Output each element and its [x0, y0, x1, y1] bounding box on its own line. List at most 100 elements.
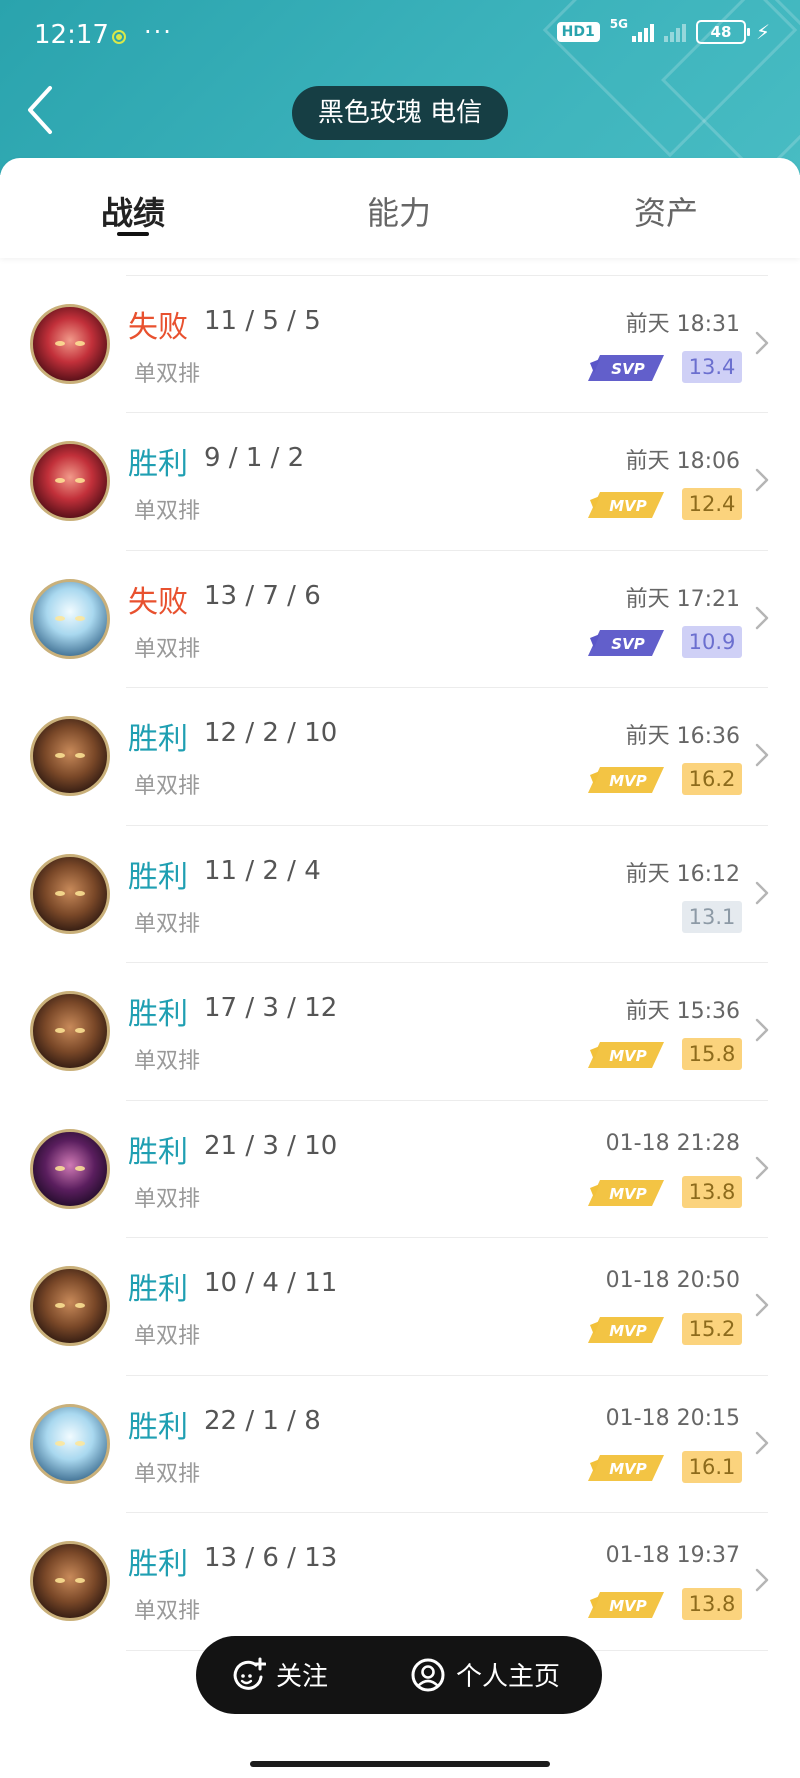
- status-icons: HD1 5G 48 ⚡: [556, 17, 770, 44]
- match-score: 15.8: [682, 1038, 742, 1070]
- badge-label: MVP: [609, 1322, 647, 1340]
- match-result: 胜利: [128, 997, 188, 1032]
- badge-label: MVP: [609, 772, 647, 790]
- chevron-right-icon: [755, 743, 769, 767]
- match-time: 前天 15:36: [625, 999, 740, 1024]
- badge-label: MVP: [609, 497, 647, 515]
- champion-avatar: [30, 853, 110, 934]
- match-time: 01-18 20:50: [605, 1268, 740, 1293]
- match-mode: 单双排: [134, 361, 201, 387]
- mvp-badge-icon: MVP: [588, 1592, 664, 1618]
- champion-avatar: [30, 303, 110, 384]
- chevron-left-icon: [28, 86, 52, 134]
- mvp-badge-icon: MVP: [588, 1042, 664, 1068]
- chevron-right-icon: [755, 1156, 769, 1179]
- champion-avatar: [30, 1266, 110, 1346]
- match-kda: 17 / 3 / 12: [204, 993, 338, 1023]
- match-kda: 11 / 2 / 4: [204, 855, 321, 886]
- tab-bar: 战绩 能力 资产: [0, 158, 800, 258]
- chevron-right-icon: [755, 468, 769, 492]
- profile-label: 个人主页: [456, 1662, 561, 1692]
- match-time: 前天 17:21: [625, 586, 740, 612]
- champion-avatar: [30, 441, 110, 521]
- mvp-badge-icon: MVP: [588, 767, 664, 793]
- battery-icon: 48: [695, 20, 750, 44]
- tab-records[interactable]: 战绩: [0, 158, 266, 258]
- match-mode: 单双排: [134, 1324, 201, 1349]
- champion-avatar: [30, 991, 110, 1071]
- match-score: 15.2: [682, 1313, 742, 1345]
- match-row[interactable]: 胜利 22 / 1 / 8 单双排 01-18 20:15 MVP 16.1: [0, 1376, 800, 1514]
- match-score: 16.1: [682, 1450, 742, 1483]
- mvp-badge-icon: MVP: [588, 492, 664, 518]
- match-result: 胜利: [128, 859, 188, 895]
- match-mode: 单双排: [134, 636, 201, 662]
- tab-assets[interactable]: 资产: [532, 158, 800, 258]
- match-time: 01-18 19:37: [605, 1543, 740, 1568]
- badge-label: SVP: [611, 635, 644, 653]
- profile-button[interactable]: 个人主页: [410, 1656, 560, 1693]
- champion-avatar: [30, 716, 110, 796]
- match-list-content: 胜利 13 / 4 / 11 单双排 前天 19:22 MVP 15.1 失败 …: [0, 258, 800, 1651]
- chevron-right-icon: [755, 606, 769, 629]
- match-row[interactable]: 胜利 21 / 3 / 10 单双排 01-18 21:28 MVP 13.8: [0, 1101, 800, 1239]
- chevron-right-icon: [755, 1431, 769, 1454]
- match-row[interactable]: 胜利 12 / 2 / 10 单双排 前天 16:36 MVP 16.2: [0, 688, 800, 826]
- follow-button[interactable]: 关注: [230, 1656, 328, 1693]
- badge-label: SVP: [611, 360, 644, 378]
- status-time: 12:17: [34, 20, 109, 50]
- match-kda: 13 / 7 / 6: [204, 580, 321, 611]
- match-result: 失败: [128, 309, 188, 345]
- match-kda: 9 / 1 / 2: [204, 443, 305, 473]
- match-score: 13.1: [682, 900, 742, 933]
- tab-ability[interactable]: 能力: [266, 158, 532, 258]
- signal-secondary-icon: [663, 22, 686, 42]
- match-result: 胜利: [128, 447, 188, 482]
- match-time: 01-18 21:28: [605, 1130, 740, 1156]
- match-score: 13.4: [682, 350, 742, 383]
- match-result: 胜利: [128, 1547, 188, 1582]
- match-time: 前天 18:06: [625, 449, 740, 474]
- bottom-action-bar: 关注 个人主页: [196, 1636, 602, 1714]
- status-more-icon: ···: [144, 18, 173, 46]
- back-button[interactable]: [22, 82, 72, 142]
- mvp-badge-icon: MVP: [588, 1179, 664, 1206]
- svp-badge-icon: SVP: [588, 354, 664, 381]
- match-kda: 10 / 4 / 11: [204, 1268, 338, 1298]
- notification-dot-icon: [114, 32, 124, 42]
- match-time: 01-18 20:15: [605, 1405, 740, 1431]
- chevron-right-icon: [755, 1293, 769, 1317]
- home-indicator[interactable]: [250, 1761, 550, 1767]
- match-time: 前天 18:31: [625, 311, 740, 337]
- match-score: 13.8: [682, 1175, 742, 1208]
- match-row[interactable]: 胜利 11 / 2 / 4 单双排 前天 16:12 13.1: [0, 826, 800, 964]
- match-kda: 11 / 5 / 5: [204, 305, 321, 336]
- match-time: 前天 16:36: [625, 724, 740, 749]
- match-row[interactable]: 失败 13 / 7 / 6 单双排 前天 17:21 SVP 10.9: [0, 551, 800, 689]
- match-mode: 单双排: [134, 911, 201, 937]
- match-result: 胜利: [128, 1409, 188, 1445]
- network-type: 5G: [609, 17, 628, 31]
- match-mode: 单双排: [134, 1599, 201, 1624]
- chevron-right-icon: [755, 1018, 769, 1042]
- match-row[interactable]: 胜利 10 / 4 / 11 单双排 01-18 20:50 MVP 15.2: [0, 1238, 800, 1376]
- mvp-badge-icon: MVP: [588, 1454, 664, 1481]
- match-result: 胜利: [128, 1272, 188, 1307]
- match-list[interactable]: 胜利 13 / 4 / 11 单双排 前天 19:22 MVP 15.1 失败 …: [0, 258, 800, 1778]
- match-row[interactable]: 胜利 13 / 6 / 13 单双排 01-18 19:37 MVP 13.8: [0, 1513, 800, 1651]
- match-row[interactable]: 胜利 13 / 4 / 11 单双排 前天 19:22 MVP 15.1: [0, 258, 800, 276]
- match-score: 13.8: [682, 1588, 742, 1620]
- chevron-right-icon: [755, 331, 769, 354]
- follow-label: 关注: [276, 1662, 329, 1692]
- match-row[interactable]: 失败 11 / 5 / 5 单双排 前天 18:31 SVP 13.4: [0, 276, 800, 414]
- svp-badge-icon: SVP: [588, 629, 664, 656]
- header: 12:17 ··· HD1 5G 48 ⚡ 黑色玫瑰 电信: [0, 0, 800, 175]
- match-kda: 13 / 6 / 13: [204, 1543, 338, 1573]
- match-time: 前天 16:12: [625, 861, 740, 887]
- badge-label: MVP: [609, 1460, 647, 1478]
- user-profile-icon: [411, 1658, 445, 1691]
- match-row[interactable]: 胜利 9 / 1 / 2 单双排 前天 18:06 MVP 12.4: [0, 413, 800, 551]
- page-title[interactable]: 黑色玫瑰 电信: [292, 86, 508, 140]
- match-row[interactable]: 胜利 17 / 3 / 12 单双排 前天 15:36 MVP 15.8: [0, 963, 800, 1101]
- mvp-badge-icon: MVP: [588, 1317, 664, 1343]
